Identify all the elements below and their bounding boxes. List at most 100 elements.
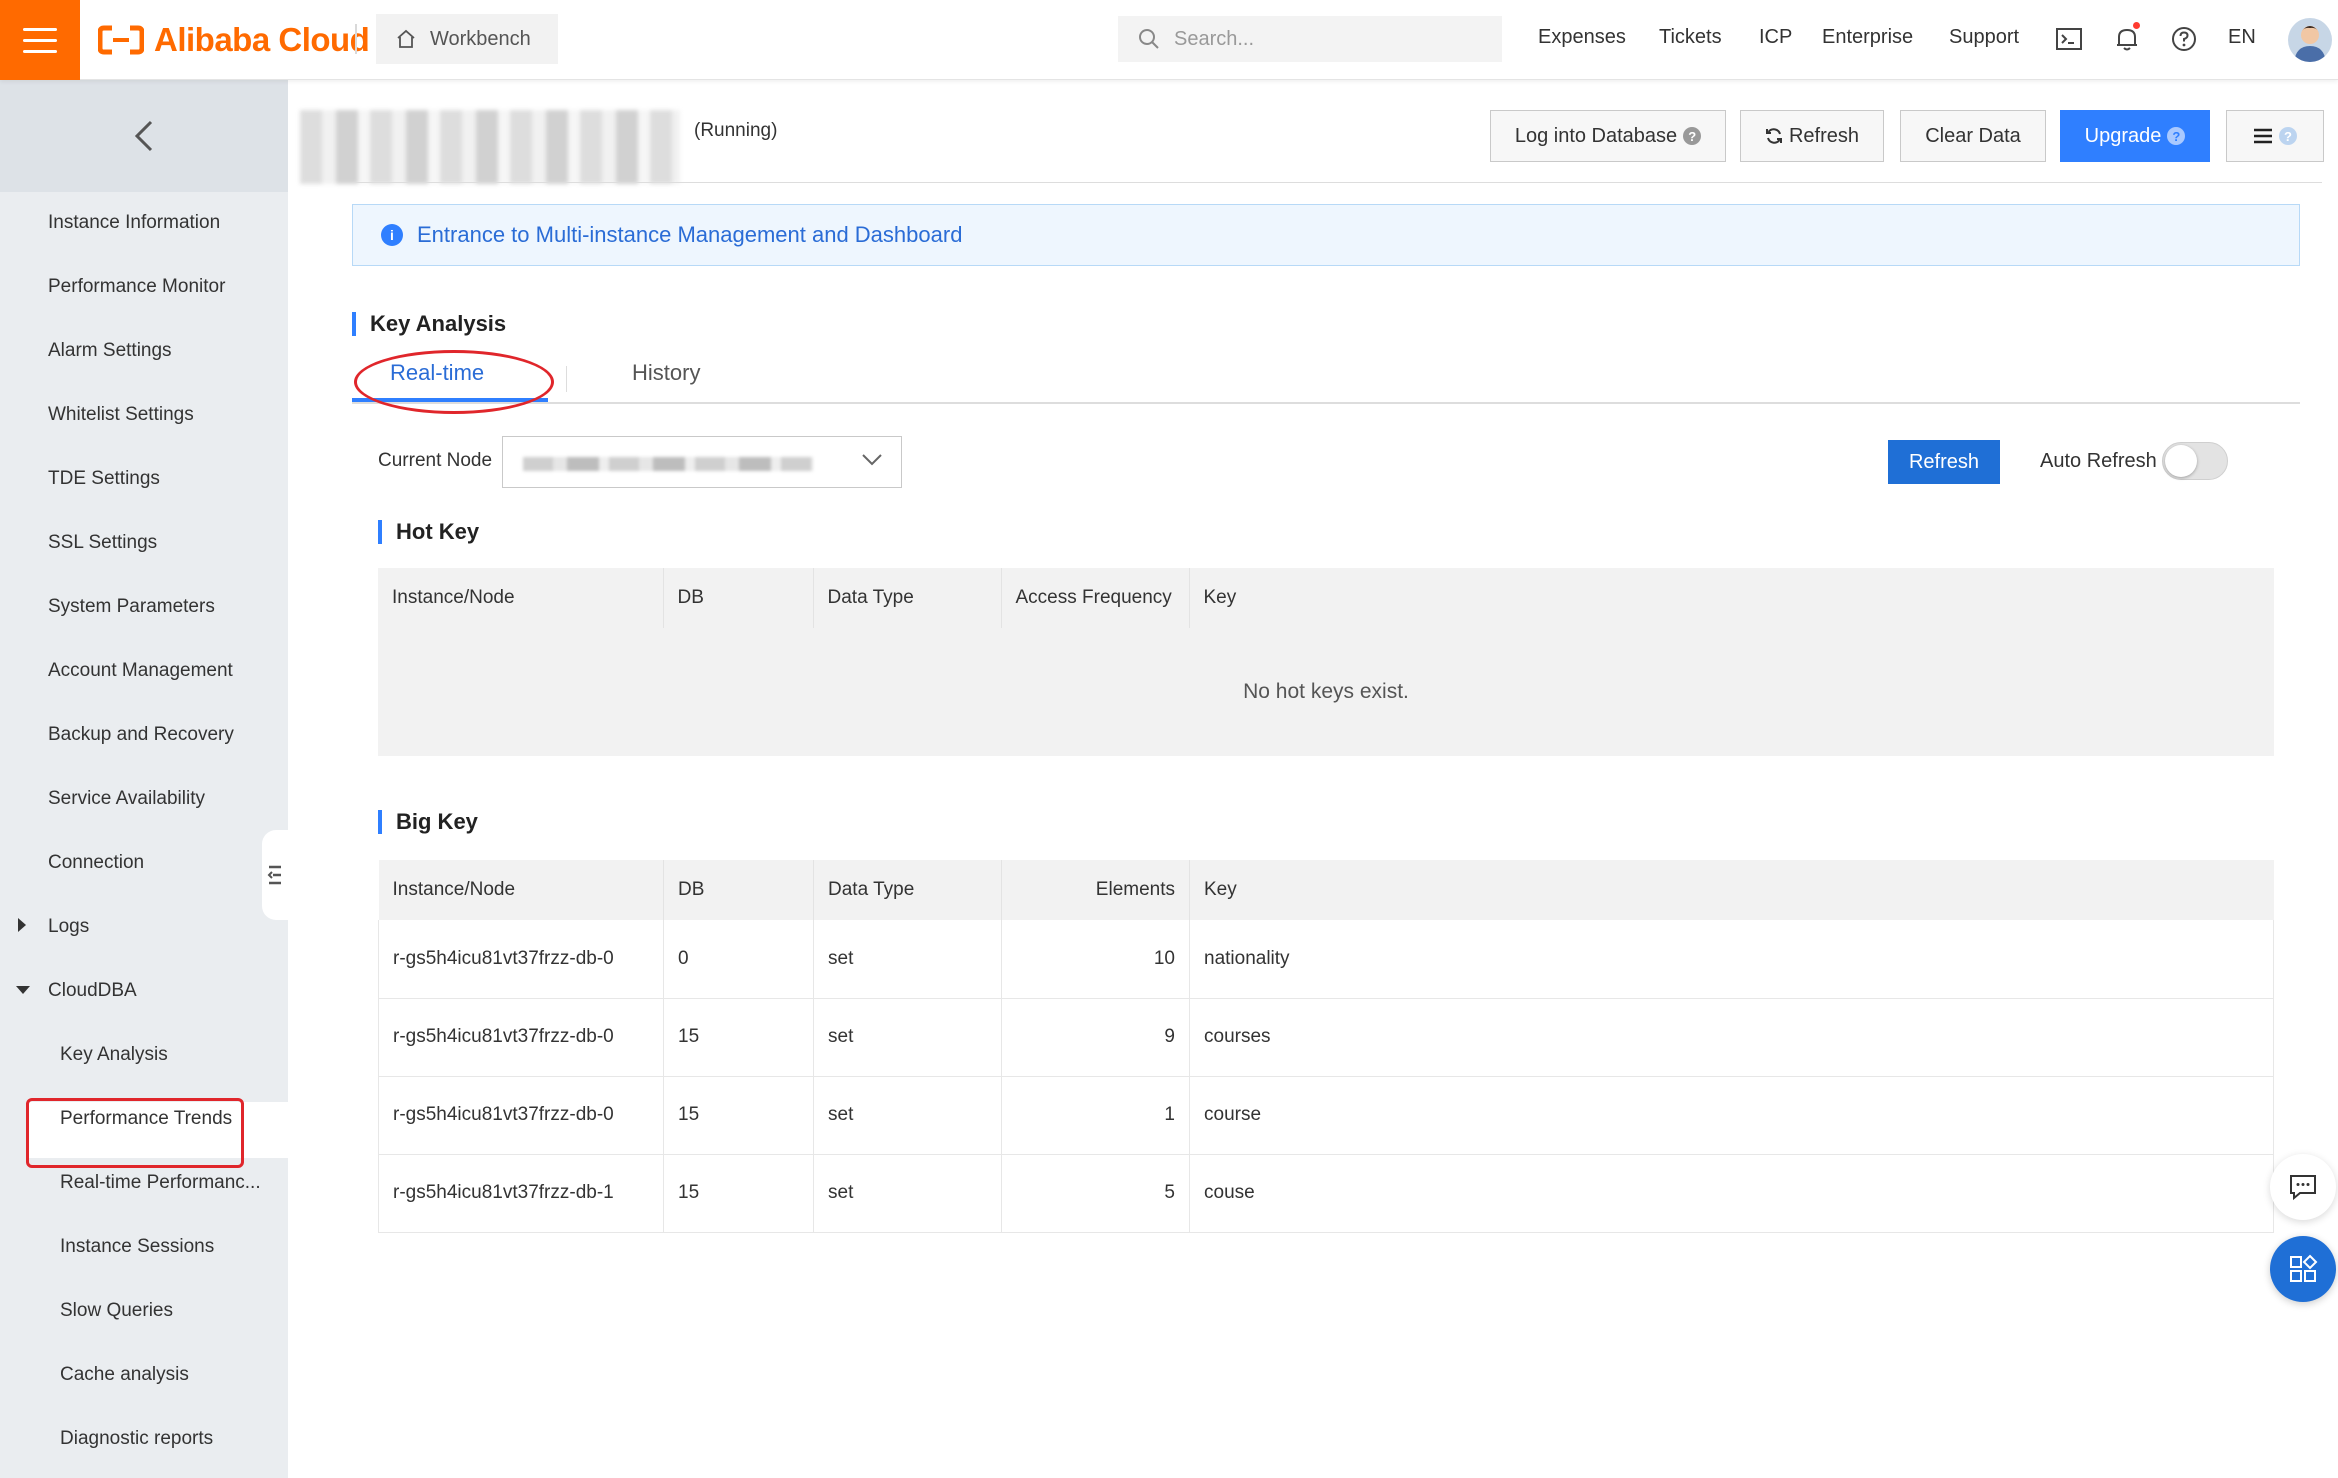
sidebar-item-system-parameters[interactable]: System Parameters: [48, 596, 215, 618]
nav-expenses[interactable]: Expenses: [1538, 26, 1626, 49]
cell-db: 0: [663, 920, 814, 999]
cell-elements: 5: [1001, 1154, 1190, 1233]
menu-icon[interactable]: [0, 0, 80, 80]
analysis-tabs: Real-time History: [352, 350, 2300, 404]
cell-db: 15: [663, 1076, 814, 1155]
auto-refresh-toggle[interactable]: [2162, 442, 2228, 480]
upgrade-button[interactable]: Upgrade ?: [2060, 110, 2210, 162]
sidebar-subitem-key-analysis[interactable]: Key Analysis: [60, 1044, 168, 1066]
big-key-table: Instance/Node DB Data Type Elements Key …: [378, 860, 2274, 1233]
apps-grid-icon: [2290, 1254, 2318, 1282]
instance-status: (Running): [694, 120, 778, 141]
cell-key: course: [1189, 1076, 2274, 1155]
help-circle-icon: ?: [2279, 127, 2297, 145]
search-input[interactable]: [1174, 27, 1474, 51]
table-header-row: Instance/Node DB Data Type Access Freque…: [378, 568, 2274, 628]
column-header[interactable]: Data Type: [813, 568, 1002, 628]
sidebar-subitem-slow-queries[interactable]: Slow Queries: [60, 1300, 173, 1322]
nav-enterprise[interactable]: Enterprise: [1822, 26, 1913, 49]
sidebar-item-backup-and-recovery[interactable]: Backup and Recovery: [48, 724, 234, 746]
caret-right-icon[interactable]: [18, 918, 26, 932]
sidebar-item-clouddba[interactable]: CloudDBA: [48, 980, 137, 1002]
log-into-database-button[interactable]: Log into Database ?: [1490, 110, 1726, 162]
nav-tickets[interactable]: Tickets: [1659, 26, 1722, 49]
cell-data-type: set: [813, 1154, 1002, 1233]
apps-button[interactable]: [2270, 1236, 2336, 1302]
column-header[interactable]: Data Type: [813, 860, 1002, 920]
annotation-highlight-realtime-tab: [354, 350, 554, 414]
table-row: r-gs5h4icu81vt37frzz-db-1 15 set 5 couse: [378, 1154, 2274, 1233]
list-menu-icon: [2254, 128, 2272, 144]
current-node-select[interactable]: [502, 436, 902, 488]
user-avatar[interactable]: [2288, 18, 2332, 62]
sidebar-subitem-realtime-performance[interactable]: Real-time Performanc...: [60, 1172, 261, 1194]
collapse-icon: [267, 865, 281, 885]
current-node-label: Current Node: [378, 450, 493, 471]
alibaba-cloud-logo-icon: [98, 25, 144, 55]
sidebar-subitem-instance-sessions[interactable]: Instance Sessions: [60, 1236, 214, 1258]
sidebar-item-service-availability[interactable]: Service Availability: [48, 788, 205, 810]
sidebar-item-instance-information[interactable]: Instance Information: [48, 212, 220, 234]
brand-logo[interactable]: Alibaba Cloud: [98, 18, 370, 62]
cell-db: 15: [663, 1154, 814, 1233]
table-row: r-gs5h4icu81vt37frzz-db-0 15 set 1 cours…: [378, 1076, 2274, 1155]
chat-icon: [2290, 1175, 2316, 1201]
search-box[interactable]: [1118, 16, 1502, 62]
sidebar-subitem-cache-analysis[interactable]: Cache analysis: [60, 1364, 189, 1386]
refresh-button[interactable]: Refresh: [1888, 440, 2000, 484]
tab-history[interactable]: History: [632, 360, 700, 386]
column-header[interactable]: DB: [663, 860, 814, 920]
nav-icp[interactable]: ICP: [1759, 26, 1792, 49]
log-into-database-label: Log into Database: [1514, 124, 1678, 147]
toggle-knob: [2165, 445, 2197, 477]
sidebar-item-logs[interactable]: Logs: [48, 916, 89, 938]
multi-instance-banner[interactable]: i Entrance to Multi-instance Management …: [352, 204, 2300, 266]
back-button[interactable]: [0, 80, 288, 192]
chevron-down-icon: [862, 454, 882, 466]
clear-data-label: Clear Data: [1925, 124, 2021, 147]
banner-link[interactable]: Entrance to Multi-instance Management an…: [417, 222, 962, 248]
sidebar-item-whitelist-settings[interactable]: Whitelist Settings: [48, 404, 194, 426]
column-header[interactable]: Key: [1189, 568, 2274, 628]
header-refresh-button[interactable]: Refresh: [1740, 110, 1884, 162]
column-header[interactable]: Instance/Node: [378, 568, 664, 628]
help-circle-icon: ?: [2167, 127, 2186, 145]
sidebar-item-performance-monitor[interactable]: Performance Monitor: [48, 276, 225, 298]
column-header[interactable]: Instance/Node: [378, 860, 664, 920]
cell-instance-node: r-gs5h4icu81vt37frzz-db-1: [378, 1154, 664, 1233]
caret-down-icon[interactable]: [16, 986, 30, 994]
sidebar-item-ssl-settings[interactable]: SSL Settings: [48, 532, 157, 554]
cell-key: couse: [1189, 1154, 2274, 1233]
column-header[interactable]: Elements: [1001, 860, 1190, 920]
collapse-sidebar-handle[interactable]: [262, 830, 288, 920]
bell-icon[interactable]: [2112, 22, 2142, 54]
sidebar-item-tde-settings[interactable]: TDE Settings: [48, 468, 160, 490]
cell-elements: 10: [1001, 920, 1190, 999]
cell-data-type: set: [813, 998, 1002, 1077]
column-header[interactable]: Key: [1189, 860, 2274, 920]
terminal-icon[interactable]: [2054, 24, 2084, 54]
top-bar: Alibaba Cloud Workbench Expenses Tickets…: [0, 0, 2338, 80]
nav-support[interactable]: Support: [1949, 26, 2019, 49]
column-header[interactable]: Access Frequency: [1001, 568, 1190, 628]
tab-separator: [566, 366, 567, 392]
info-icon: i: [381, 224, 403, 246]
sidebar-item-account-management[interactable]: Account Management: [48, 660, 233, 682]
big-key-title: Big Key: [378, 810, 478, 834]
workbench-button[interactable]: Workbench: [376, 14, 558, 64]
language-switch[interactable]: EN: [2228, 26, 2256, 49]
header-refresh-label: Refresh: [1788, 124, 1860, 147]
home-icon: [397, 29, 415, 48]
help-icon[interactable]: [2169, 24, 2199, 54]
cell-instance-node: r-gs5h4icu81vt37frzz-db-0: [378, 920, 664, 999]
table-row: No hot keys exist.: [378, 628, 2274, 756]
table-row: r-gs5h4icu81vt37frzz-db-0 15 set 9 cours…: [378, 998, 2274, 1077]
chat-button[interactable]: [2270, 1154, 2336, 1220]
sidebar-item-alarm-settings[interactable]: Alarm Settings: [48, 340, 172, 362]
cell-key: courses: [1189, 998, 2274, 1077]
column-header[interactable]: DB: [663, 568, 814, 628]
more-menu-button[interactable]: ?: [2226, 110, 2324, 162]
sidebar-item-connection[interactable]: Connection: [48, 852, 144, 874]
sidebar-subitem-diagnostic-reports[interactable]: Diagnostic reports: [60, 1428, 213, 1450]
clear-data-button[interactable]: Clear Data: [1900, 110, 2046, 162]
